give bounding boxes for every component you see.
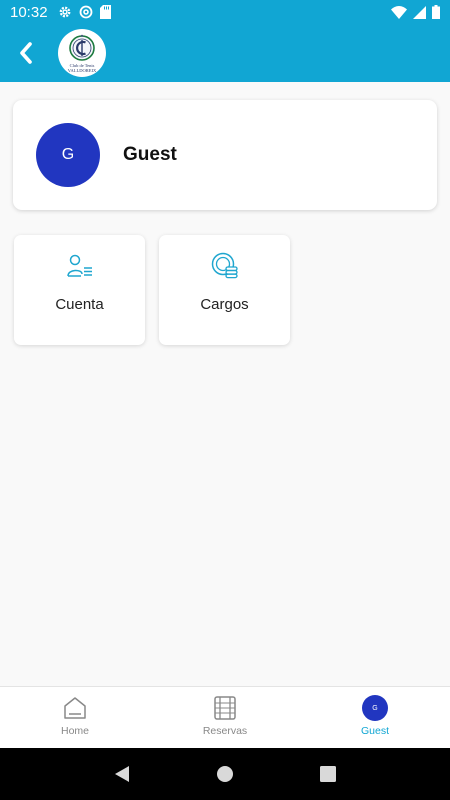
cargos-label: Cargos [200,296,249,313]
system-nav-bar [0,748,450,800]
nav-label-reservas: Reservas [202,725,248,737]
user-list-icon [66,254,92,277]
avatar-initial: G [61,146,75,163]
cuenta-tile[interactable]: Cuenta [14,235,145,345]
nav-avatar-initial: G [372,704,378,712]
nav-item-home[interactable]: Home [0,687,150,748]
battery-icon [432,5,440,19]
home-icon [64,697,86,719]
back-button[interactable] [0,24,52,82]
signal-icon [413,5,426,19]
sd-card-icon [99,5,111,19]
club-logo[interactable]: Club de Tenis VALLDOREIX [58,29,106,77]
status-left-icons [58,5,111,19]
app-bar: Club de Tenis VALLDOREIX [0,24,450,82]
avatar: G [362,695,388,721]
logo-caption-line2: VALLDOREIX [67,68,97,73]
recents-square-icon [320,766,337,782]
profile-name: Guest [123,144,177,165]
bottom-nav: Home Reservas G Guest [0,686,450,748]
nav-item-guest[interactable]: G Guest [300,687,450,748]
coins-icon [211,252,238,279]
chevron-left-icon [20,42,32,64]
at-sign-icon [79,5,92,19]
cargos-tile[interactable]: Cargos [159,235,290,345]
profile-card[interactable]: G Guest [13,100,437,210]
nav-item-reservas[interactable]: Reservas [150,687,300,748]
status-bar: 10:32 [0,0,450,24]
club-crest-icon [69,34,95,61]
avatar: G [36,123,100,187]
main-content: G Guest Cuenta Cargos [0,82,450,686]
settings-icon [59,6,70,18]
wifi-icon [391,5,407,19]
back-triangle-icon [114,766,129,782]
status-right-icons [391,5,440,19]
nav-label-guest: Guest [360,725,389,737]
home-circle-icon [216,766,233,782]
system-home-button[interactable] [205,754,245,794]
calendar-film-icon [214,696,236,720]
cuenta-label: Cuenta [55,296,104,313]
nav-label-home: Home [60,725,89,737]
system-back-button[interactable] [102,754,142,794]
status-time: 10:32 [10,3,48,21]
system-recents-button[interactable] [308,754,348,794]
